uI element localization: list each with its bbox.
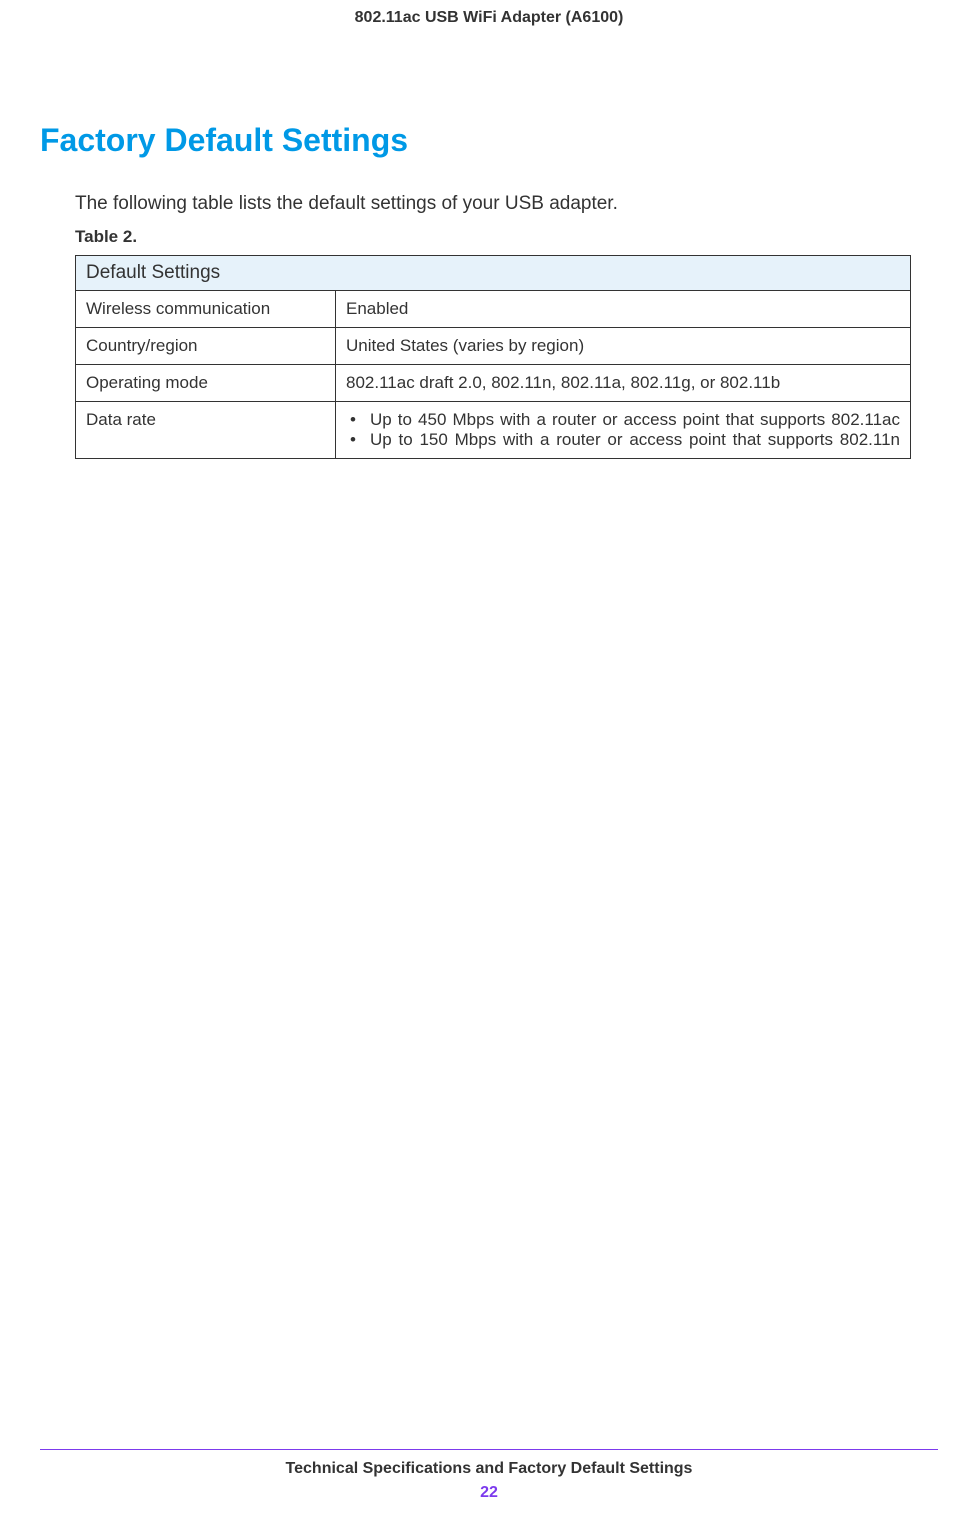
table-row: Wireless communication Enabled [76,291,911,328]
default-settings-table: Default Settings Wireless communication … [75,255,911,459]
intro-paragraph: The following table lists the default se… [75,193,978,215]
setting-label: Data rate [76,402,336,459]
setting-label: Wireless communication [76,291,336,328]
table-row: Data rate Up to 450 Mbps with a router o… [76,402,911,459]
document-header: 802.11ac USB WiFi Adapter (A6100) [0,0,978,27]
data-rate-list: Up to 450 Mbps with a router or access p… [346,410,900,450]
setting-label: Operating mode [76,365,336,402]
list-item: Up to 450 Mbps with a router or access p… [346,410,900,430]
setting-label: Country/region [76,328,336,365]
footer-title: Technical Specifications and Factory Def… [0,1460,978,1478]
table-header: Default Settings [76,256,911,291]
page-footer: Technical Specifications and Factory Def… [0,1449,978,1502]
section-heading: Factory Default Settings [40,122,978,159]
table-row: Operating mode 802.11ac draft 2.0, 802.1… [76,365,911,402]
page-number: 22 [0,1484,978,1502]
setting-value: Enabled [336,291,911,328]
setting-value: Up to 450 Mbps with a router or access p… [336,402,911,459]
setting-value: 802.11ac draft 2.0, 802.11n, 802.11a, 80… [336,365,911,402]
table-row: Country/region United States (varies by … [76,328,911,365]
setting-value: United States (varies by region) [336,328,911,365]
list-item: Up to 150 Mbps with a router or access p… [346,430,900,450]
table-caption: Table 2. [75,227,978,247]
footer-divider [40,1449,938,1450]
